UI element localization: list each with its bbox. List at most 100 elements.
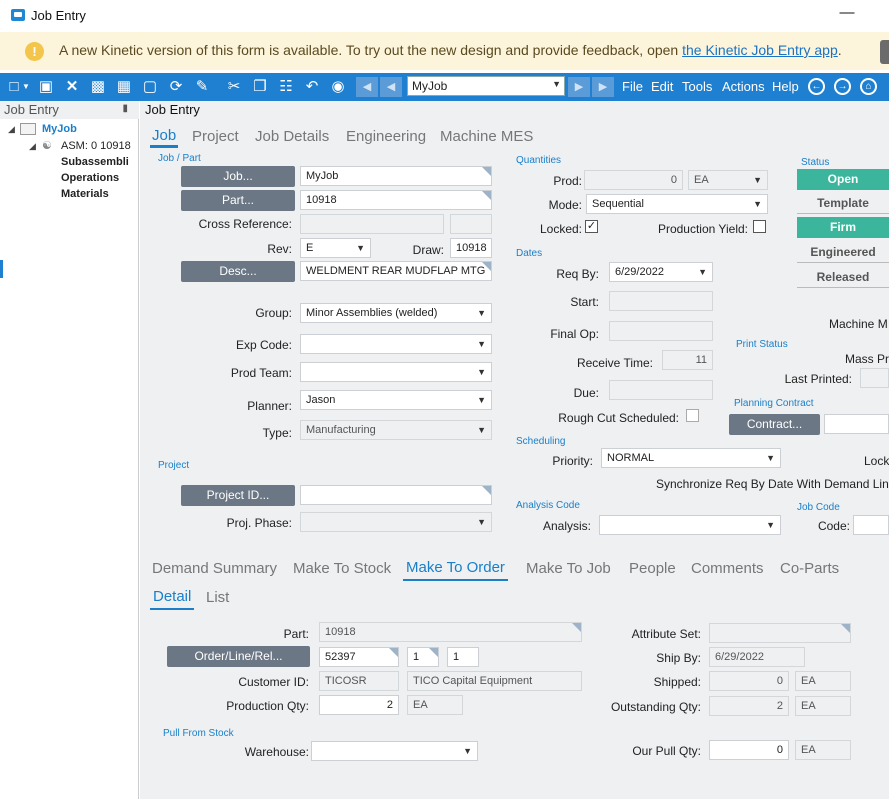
group-select[interactable]: Minor Assemblies (welded) ▼ xyxy=(300,303,492,323)
first-record-icon[interactable]: ◀ xyxy=(356,77,378,97)
receive-time-field[interactable]: 11 xyxy=(662,350,713,370)
req-by-date[interactable]: 6/29/2022 ▼ xyxy=(609,262,713,282)
outstanding-qty-field[interactable]: 2 xyxy=(709,696,789,716)
status-firm[interactable]: Firm xyxy=(797,217,889,238)
status-template[interactable]: Template xyxy=(797,193,889,214)
home-icon[interactable]: ⌂ xyxy=(860,78,877,95)
copy-icon[interactable]: ❐ xyxy=(250,77,270,97)
customer-name-field[interactable]: TICO Capital Equipment xyxy=(407,671,582,691)
paste-icon[interactable]: ☷ xyxy=(276,77,296,97)
tree-node-operations[interactable]: Operations xyxy=(61,172,119,184)
save-icon[interactable]: ▣ xyxy=(36,77,56,97)
tab-make-to-order[interactable]: Make To Order xyxy=(403,559,508,581)
menu-tools[interactable]: Tools xyxy=(682,79,712,94)
description-field[interactable]: WELDMENT REAR MUDFLAP MTG xyxy=(300,261,492,281)
tab-job[interactable]: Job xyxy=(150,127,179,148)
last-record-icon[interactable]: ▶ xyxy=(592,77,614,97)
attribute-set-field[interactable] xyxy=(709,623,851,643)
draw-field[interactable]: 10918 xyxy=(450,238,492,258)
tab-people[interactable]: People xyxy=(629,560,676,577)
analysis-select[interactable]: ▼ xyxy=(599,515,781,535)
line-field[interactable]: 1 xyxy=(407,647,439,667)
cross-reference-extra-field[interactable] xyxy=(450,214,492,234)
menu-help[interactable]: Help xyxy=(772,79,799,94)
prod-team-select[interactable]: ▼ xyxy=(300,362,492,382)
tab-comments[interactable]: Comments xyxy=(691,560,764,577)
tab-project[interactable]: Project xyxy=(192,128,239,145)
desc-button[interactable]: Desc... xyxy=(181,261,295,282)
tab-engineering[interactable]: Engineering xyxy=(346,128,426,145)
tab-make-to-job[interactable]: Make To Job xyxy=(526,560,611,577)
release-field[interactable]: 1 xyxy=(447,647,479,667)
grid-icon[interactable]: ▦ xyxy=(114,77,134,97)
cut-icon[interactable]: ✂ xyxy=(224,77,244,97)
clean-icon[interactable]: ✎ xyxy=(192,77,212,97)
forward-icon[interactable]: → xyxy=(834,78,851,95)
proj-phase-select[interactable]: ▼ xyxy=(300,512,492,532)
new-dropdown-icon[interactable]: ▼ xyxy=(20,77,32,97)
exp-code-select[interactable]: ▼ xyxy=(300,334,492,354)
job-button[interactable]: Job... xyxy=(181,166,295,187)
tab-detail[interactable]: Detail xyxy=(150,588,195,610)
outstanding-uom-field[interactable]: EA xyxy=(795,696,851,716)
menu-actions[interactable]: Actions xyxy=(722,79,765,94)
shipped-uom-field[interactable]: EA xyxy=(795,671,851,691)
contract-field[interactable] xyxy=(824,414,889,434)
next-record-icon[interactable]: ▶ xyxy=(568,77,590,97)
priority-select[interactable]: NORMAL ▼ xyxy=(601,448,781,468)
tree-node-asm[interactable]: ASM: 0 10918 xyxy=(61,140,131,152)
status-open[interactable]: Open xyxy=(797,169,889,190)
collapse-icon[interactable]: ◢ xyxy=(8,124,15,135)
due-date[interactable] xyxy=(609,380,713,400)
locked-checkbox[interactable]: ✓ xyxy=(585,220,598,233)
our-pull-uom-field[interactable]: EA xyxy=(795,740,851,760)
production-qty-field[interactable]: 2 xyxy=(319,695,399,715)
tab-job-details[interactable]: Job Details xyxy=(255,128,329,145)
tree-node-materials[interactable]: Materials xyxy=(61,188,109,200)
warehouse-select[interactable]: ▼ xyxy=(311,741,478,761)
mto-part-field[interactable]: 10918 xyxy=(319,622,582,642)
tab-make-to-stock[interactable]: Make To Stock xyxy=(293,560,391,577)
production-yield-checkbox[interactable] xyxy=(753,220,766,233)
previous-record-icon[interactable]: ◀ xyxy=(380,77,402,97)
code-field[interactable] xyxy=(853,515,889,535)
status-engineered[interactable]: Engineered xyxy=(797,242,889,263)
customer-id-field[interactable]: TICOSR xyxy=(319,671,399,691)
planner-select[interactable]: Jason ▼ xyxy=(300,390,492,410)
rough-cut-checkbox[interactable] xyxy=(686,409,699,422)
rev-select[interactable]: E ▼ xyxy=(300,238,371,258)
order-line-rel-button[interactable]: Order/Line/Rel... xyxy=(167,646,310,667)
order-field[interactable]: 52397 xyxy=(319,647,399,667)
clear-icon[interactable]: ▢ xyxy=(140,77,160,97)
prod-field[interactable]: 0 xyxy=(584,170,683,190)
attach-icon[interactable]: ▩ xyxy=(88,77,108,97)
delete-icon[interactable]: ✕ xyxy=(62,77,82,97)
collapse-asm-icon[interactable]: ◢ xyxy=(29,141,36,152)
last-printed-field[interactable] xyxy=(860,368,889,388)
contract-button[interactable]: Contract... xyxy=(729,414,820,435)
tab-demand-summary[interactable]: Demand Summary xyxy=(152,560,277,577)
undo-icon[interactable]: ↶ xyxy=(302,77,322,97)
prod-uom-select[interactable]: EA ▼ xyxy=(688,170,768,190)
minimize-button[interactable]: — xyxy=(832,4,862,26)
tab-co-parts[interactable]: Co-Parts xyxy=(780,560,839,577)
banner-button[interactable] xyxy=(880,40,889,64)
refresh-icon[interactable]: ⟳ xyxy=(166,77,186,97)
part-button[interactable]: Part... xyxy=(181,190,295,211)
binoculars-icon[interactable]: ◉ xyxy=(328,77,348,97)
back-icon[interactable]: ← xyxy=(808,78,825,95)
status-released[interactable]: Released xyxy=(797,267,889,288)
part-field[interactable]: 10918 xyxy=(300,190,492,210)
tree-node-job[interactable]: MyJob xyxy=(42,123,77,135)
project-id-field[interactable] xyxy=(300,485,492,505)
shipped-field[interactable]: 0 xyxy=(709,671,789,691)
mode-select[interactable]: Sequential ▼ xyxy=(586,194,768,214)
pin-icon[interactable]: ▮ xyxy=(122,103,128,114)
menu-edit[interactable]: Edit xyxy=(651,79,673,94)
kinetic-link[interactable]: the Kinetic Job Entry app xyxy=(682,42,838,58)
tab-list[interactable]: List xyxy=(206,589,229,606)
tree-node-subassemblies[interactable]: Subassembli xyxy=(61,156,129,168)
ship-by-field[interactable]: 6/29/2022 xyxy=(709,647,805,667)
menu-file[interactable]: File xyxy=(622,79,643,94)
job-record-combo[interactable]: MyJob ▼ xyxy=(407,76,565,96)
